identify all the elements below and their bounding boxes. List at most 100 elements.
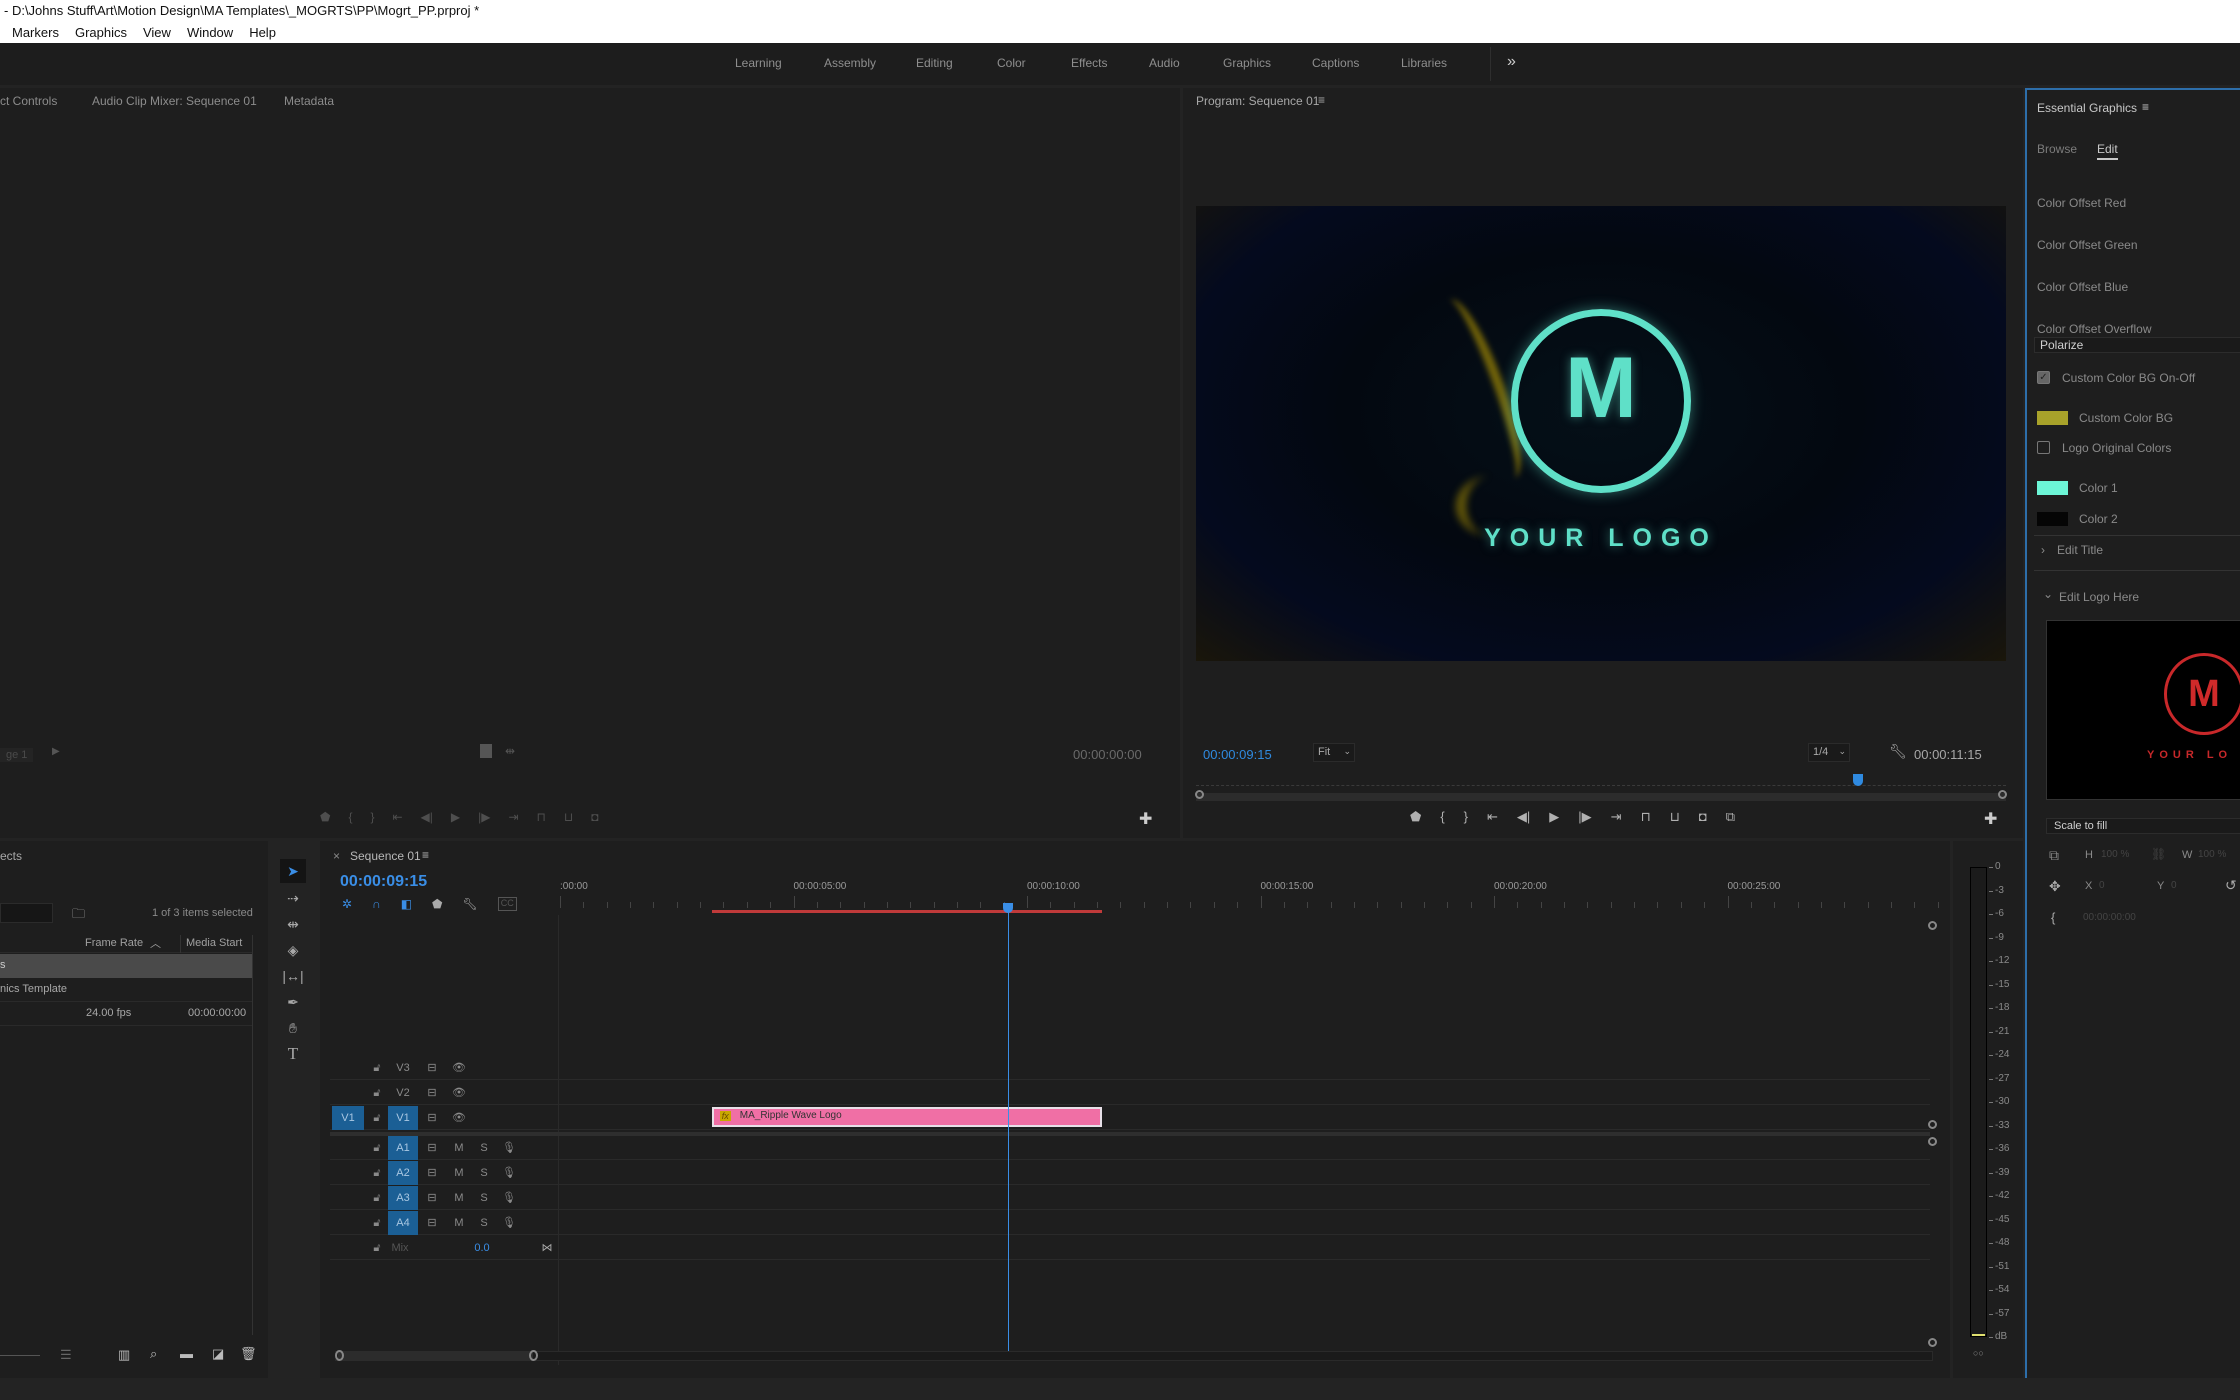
workspace-libraries[interactable]: Libraries [1401,43,1447,83]
mark-out-icon[interactable]: } [1464,809,1468,825]
solo-button[interactable]: S [477,1211,491,1235]
step-back-icon[interactable]: ◀| [1517,809,1530,825]
sync-lock-icon[interactable]: ⊟ [425,1056,439,1080]
sync-lock-icon[interactable]: ⊟ [425,1211,439,1235]
work-area-bar[interactable] [711,910,1102,913]
project-search-input[interactable] [0,903,53,923]
chevron-down-icon[interactable]: ⌄ [2043,587,2053,601]
microphone-icon[interactable]: 🎙︎ [502,1211,516,1235]
color1-swatch[interactable] [2037,481,2068,495]
menu-window[interactable]: Window [187,22,233,43]
menu-graphics[interactable]: Graphics [75,22,127,43]
microphone-icon[interactable]: 🎙︎ [502,1161,516,1185]
nest-icon[interactable]: ✲ [342,897,352,911]
playhead-line[interactable] [1008,905,1010,1360]
eye-icon[interactable]: 👁︎ [452,1106,466,1130]
ripple-edit-tool-icon[interactable]: ⇹ [280,913,306,935]
logo-original-colors-checkbox[interactable] [2037,441,2050,454]
hand-tool-icon[interactable]: ✋︎ [280,1017,306,1039]
mix-value[interactable]: 0.0 [470,1236,494,1260]
sort-icon[interactable]: ☰ [60,1347,72,1363]
mute-button[interactable]: M [452,1161,466,1185]
logo-preview[interactable]: M YOUR LO [2046,620,2240,800]
play-triangle-icon[interactable]: ▶ [52,746,60,757]
tab-effect-controls[interactable]: ct Controls [0,94,57,108]
scrubber-start-handle[interactable] [1195,790,1204,799]
track-target-v2[interactable]: V2 [388,1081,418,1105]
scale-mode-select[interactable]: Scale to fill [2046,818,2240,834]
sequence-tab[interactable]: Sequence 01 [350,849,421,863]
comparison-view-icon[interactable]: ⧉ [1726,809,1735,825]
add-marker-icon[interactable]: ⬟ [1410,809,1421,825]
selection-tool-icon[interactable]: ➤ [280,859,306,883]
mark-out-icon[interactable]: } [370,810,374,824]
time-ruler[interactable]: :00:00 00:00:05:00 00:00:10:00 00:00:15:00 0… [560,881,1950,911]
lock-icon[interactable]: 🔓︎ [370,1186,384,1210]
lock-icon[interactable]: 🔓︎ [370,1211,384,1235]
track-target-a3[interactable]: A3 [388,1186,418,1210]
mute-button[interactable]: M [452,1211,466,1235]
sync-lock-icon[interactable]: ⊟ [425,1136,439,1160]
type-tool-icon[interactable]: T [280,1043,306,1065]
sync-lock-icon[interactable]: ⊟ [425,1161,439,1185]
slip-tool-icon[interactable]: |↔| [280,965,306,987]
custom-bg-checkbox[interactable]: ✓ [2037,371,2050,384]
overwrite-icon[interactable]: ⊔ [564,810,573,824]
insert-icon[interactable]: ⊓ [537,810,546,824]
tab-audio-clip-mixer[interactable]: Audio Clip Mixer: Sequence 01 [92,94,257,108]
color2-swatch[interactable] [2037,512,2068,526]
microphone-icon[interactable]: 🎙︎ [502,1136,516,1160]
freeform-view-icon[interactable]: ▥ [118,1347,130,1363]
track-target-v3[interactable]: V3 [388,1056,418,1080]
zoom-handle-right[interactable] [529,1350,538,1361]
panel-menu-icon[interactable]: ≡ [2142,100,2149,114]
go-to-in-icon[interactable]: ⇤ [392,810,402,824]
mix-pan-icon[interactable]: ⋈ [540,1236,554,1260]
sync-lock-icon[interactable]: ⊟ [425,1106,439,1130]
link-icon[interactable]: ⛓ [2151,847,2166,861]
step-back-icon[interactable]: ◀| [421,810,433,824]
sort-ascending-icon[interactable]: ︿ [150,935,161,951]
play-icon[interactable]: ▶ [451,810,460,824]
linked-selection-icon[interactable]: ◧ [401,897,412,911]
step-forward-icon[interactable]: |▶ [478,810,490,824]
track-select-tool-icon[interactable]: ⇢ [280,887,306,909]
project-row[interactable]: s [0,954,252,978]
compare-icon[interactable]: ⇹ [505,744,515,758]
overflow-select[interactable]: Polarize [2034,337,2240,353]
mute-button[interactable]: M [452,1136,466,1160]
export-frame-icon[interactable]: ◘ [591,810,598,824]
microphone-icon[interactable]: 🎙︎ [502,1186,516,1210]
extract-icon[interactable]: ⊔ [1670,809,1680,825]
x-value[interactable]: 0 [2099,880,2105,891]
reset-icon[interactable]: ↺ [2225,877,2237,894]
video-audio-divider[interactable] [330,1132,1930,1136]
close-icon[interactable]: × [333,849,340,863]
custom-bg-color-swatch[interactable] [2037,411,2068,425]
panel-menu-icon[interactable]: ≡ [1318,93,1325,107]
new-bin-icon[interactable]: ▬ [180,1346,193,1361]
edit-logo-group[interactable]: Edit Logo Here [2059,590,2139,604]
new-item-icon[interactable]: ◪ [212,1346,224,1362]
column-frame-rate[interactable]: Frame Rate [85,937,143,949]
solo-buttons[interactable]: ○○ [1973,1348,1984,1358]
solo-button[interactable]: S [477,1186,491,1210]
panel-menu-icon[interactable]: ≡ [422,848,429,862]
zoom-select[interactable]: Fit ⌄ [1313,743,1355,762]
timeline-horizontal-scrollbar[interactable] [335,1351,1933,1361]
mute-button[interactable]: M [452,1186,466,1210]
snap-icon[interactable]: ∩ [372,897,381,911]
audio-scroll-handle[interactable] [1928,1338,1937,1347]
lock-icon[interactable]: 🔓︎ [370,1136,384,1160]
wrench-icon[interactable]: 🔧︎ [1889,743,1907,760]
edit-title-group[interactable]: Edit Title [2057,543,2103,557]
chevron-right-icon[interactable]: › [2041,543,2045,557]
project-row[interactable]: 24.00 fps 00:00:00:00 [0,1002,252,1026]
workspace-editing[interactable]: Editing [916,43,953,83]
mark-in-icon[interactable]: { [1440,809,1444,825]
column-media-start[interactable]: Media Start [186,937,242,949]
workspace-learning[interactable]: Learning [735,43,782,83]
program-scrubber[interactable] [1196,793,2006,801]
time-value[interactable]: 00:00:00:00 [2083,912,2136,923]
width-value[interactable]: 100 % [2198,849,2226,860]
